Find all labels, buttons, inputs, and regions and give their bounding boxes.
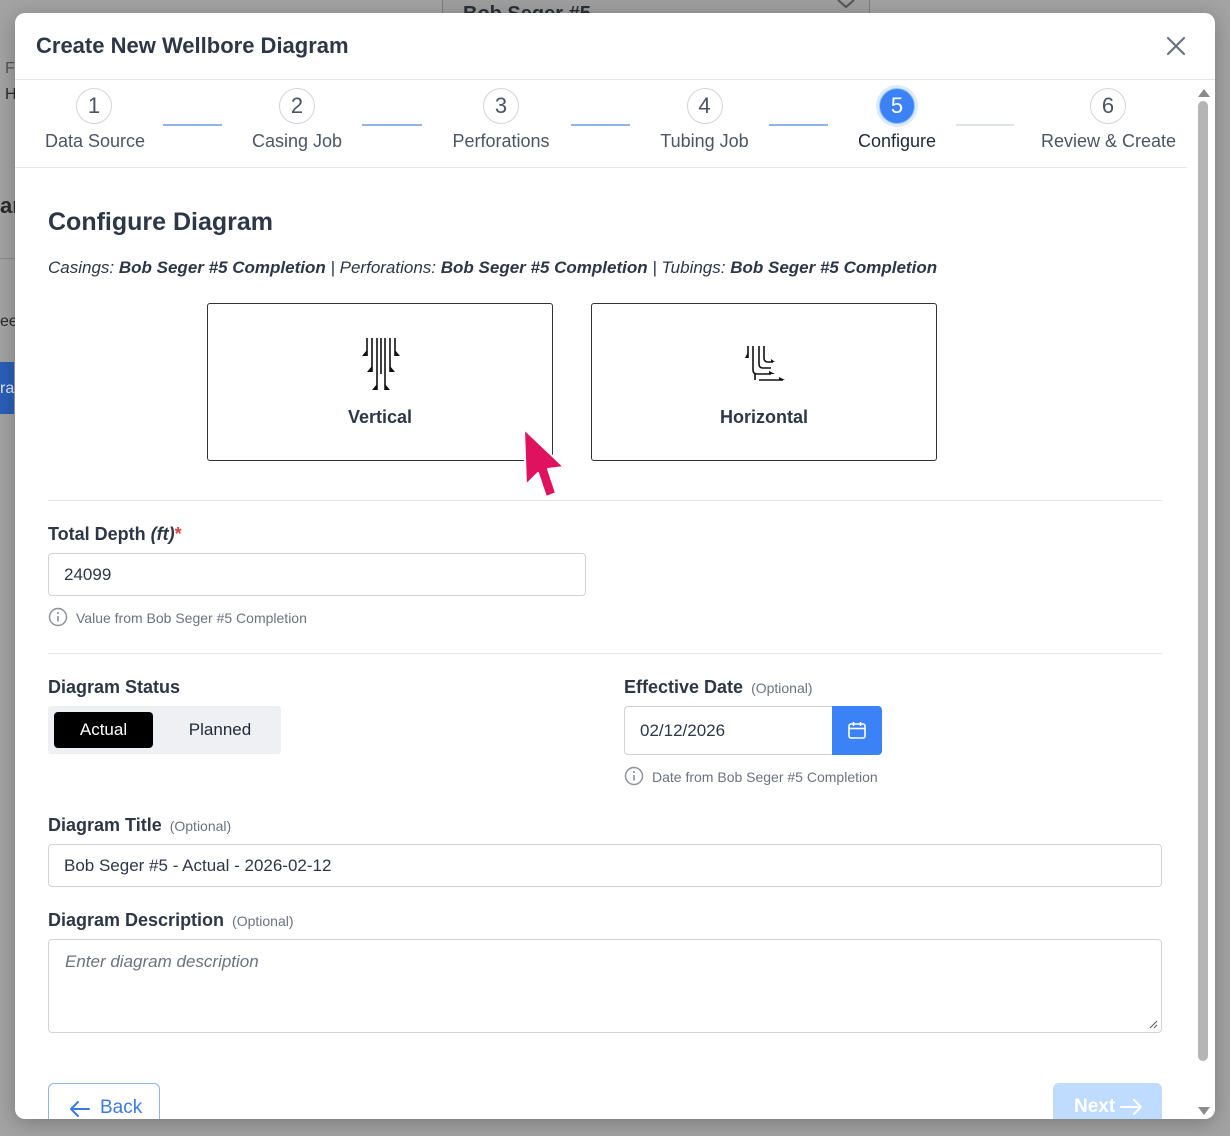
info-icon — [624, 766, 644, 786]
step-number: 6 — [1090, 88, 1126, 124]
total-depth-unit: (ft) — [150, 524, 175, 544]
tubings-value: Bob Seger #5 Completion — [730, 258, 938, 277]
step-number: 4 — [686, 88, 723, 124]
step-tubing-job[interactable]: 4 Tubing Job — [657, 88, 752, 152]
orientation-horizontal-card[interactable]: Horizontal — [591, 303, 937, 461]
effective-date-field: 02/12/2026 — [624, 706, 882, 755]
effective-date-label: Effective Date (Optional) — [624, 677, 813, 698]
scroll-down-arrow[interactable] — [1198, 1107, 1210, 1115]
diagram-description-textarea[interactable]: Enter diagram description — [48, 939, 1162, 1033]
step-label: Perforations — [452, 131, 550, 151]
step-casing-job[interactable]: 2 Casing Job — [249, 88, 345, 152]
close-button[interactable] — [1163, 33, 1189, 59]
horizontal-wellbore-icon — [745, 346, 785, 381]
chevron-down-icon — [837, 0, 855, 9]
step-label: Review & Create — [1041, 131, 1177, 151]
data-sources-summary: Casings: Bob Seger #5 Completion | Perfo… — [48, 258, 937, 278]
orientation-label: Horizontal — [720, 407, 808, 427]
orientation-label: Vertical — [347, 407, 413, 427]
step-review-create[interactable]: 6 Review & Create — [1041, 88, 1177, 152]
step-label: Tubing Job — [660, 131, 749, 151]
description-placeholder: Enter diagram description — [65, 952, 259, 971]
perforations-value: Bob Seger #5 Completion — [440, 258, 648, 277]
diagram-title-label: Diagram Title (Optional) — [48, 815, 231, 836]
status-planned-button[interactable]: Planned — [171, 712, 269, 748]
step-connector — [571, 124, 630, 126]
modal-title: Create New Wellbore Diagram — [36, 33, 349, 58]
create-diagram-modal: Create New Wellbore Diagram 1 Data Sourc… — [15, 13, 1215, 1119]
step-number: 3 — [483, 88, 519, 124]
step-label: Data Source — [45, 131, 146, 151]
arrow-right-icon — [1120, 1099, 1142, 1115]
effective-date-input[interactable]: 02/12/2026 — [624, 706, 833, 755]
step-label: Configure — [857, 131, 937, 151]
step-connector — [769, 124, 828, 126]
step-connector — [956, 124, 1014, 126]
step-number: 5 — [879, 88, 915, 124]
casings-value: Bob Seger #5 Completion — [118, 258, 326, 277]
next-button[interactable]: Next — [1053, 1083, 1162, 1119]
modal-header: Create New Wellbore Diagram — [15, 13, 1215, 80]
scroll-up-arrow[interactable] — [1198, 89, 1210, 97]
diagram-title-input[interactable]: Bob Seger #5 - Actual - 2026-02-12 — [48, 844, 1162, 887]
separator: | — [330, 258, 335, 277]
modal-scrollbar[interactable] — [1195, 83, 1213, 1119]
perforations-label: Perforations: — [339, 258, 437, 277]
effective-date-label-text: Effective Date — [624, 677, 744, 697]
total-depth-hint: Value from Bob Seger #5 Completion — [48, 607, 307, 627]
casings-label: Casings: — [48, 258, 115, 277]
close-icon — [1166, 36, 1186, 56]
effective-date-hint-text: Date from Bob Seger #5 Completion — [652, 769, 878, 785]
step-connector — [163, 124, 222, 126]
total-depth-label-text: Total Depth — [48, 524, 146, 544]
next-label: Next — [1074, 1096, 1116, 1117]
step-connector — [362, 124, 422, 126]
step-label: Casing Job — [251, 131, 343, 151]
optional-tag: (Optional) — [169, 818, 232, 834]
background-fragment: ra — [0, 380, 15, 397]
back-label: Back — [100, 1097, 143, 1118]
diagram-status-toggle: Actual Planned — [48, 706, 281, 754]
section-divider — [48, 500, 1162, 501]
orientation-vertical-card[interactable]: Vertical — [207, 303, 553, 461]
step-number: 1 — [76, 88, 112, 124]
wizard-stepper: 1 Data Source 2 Casing Job 3 Perforation… — [15, 80, 1187, 168]
calendar-icon — [848, 722, 866, 739]
step-data-source[interactable]: 1 Data Source — [45, 88, 146, 152]
step-configure[interactable]: 5 Configure — [853, 88, 941, 152]
optional-tag: (Optional) — [232, 913, 294, 929]
step-number: 2 — [279, 88, 315, 124]
section-title: Configure Diagram — [48, 208, 274, 236]
arrow-left-icon — [70, 1101, 90, 1117]
step-perforations[interactable]: 3 Perforations — [449, 88, 553, 152]
diagram-status-label: Diagram Status — [48, 677, 181, 697]
total-depth-label: Total Depth (ft)* — [48, 524, 182, 545]
diagram-description-label-text: Diagram Description — [48, 910, 225, 930]
date-picker-button[interactable] — [832, 706, 882, 755]
background-fragment: F — [5, 60, 15, 77]
optional-tag: (Optional) — [751, 680, 813, 696]
section-divider — [48, 653, 1162, 654]
diagram-title-label-text: Diagram Title — [48, 815, 162, 835]
total-depth-input[interactable]: 24099 — [48, 553, 586, 596]
back-button[interactable]: Back — [48, 1083, 160, 1119]
resize-grip-icon[interactable] — [1148, 1019, 1158, 1029]
required-mark: * — [174, 524, 182, 544]
mouse-cursor-icon — [523, 428, 565, 498]
effective-date-hint: Date from Bob Seger #5 Completion — [624, 766, 878, 786]
scroll-thumb[interactable] — [1198, 101, 1208, 1061]
total-depth-hint-text: Value from Bob Seger #5 Completion — [76, 610, 307, 626]
separator: | — [652, 258, 657, 277]
tubings-label: Tubings: — [661, 258, 726, 277]
diagram-description-label: Diagram Description (Optional) — [48, 910, 294, 931]
info-icon — [48, 607, 68, 627]
status-actual-button[interactable]: Actual — [54, 712, 153, 748]
background-divider — [0, 258, 14, 259]
vertical-wellbore-icon — [362, 338, 400, 390]
